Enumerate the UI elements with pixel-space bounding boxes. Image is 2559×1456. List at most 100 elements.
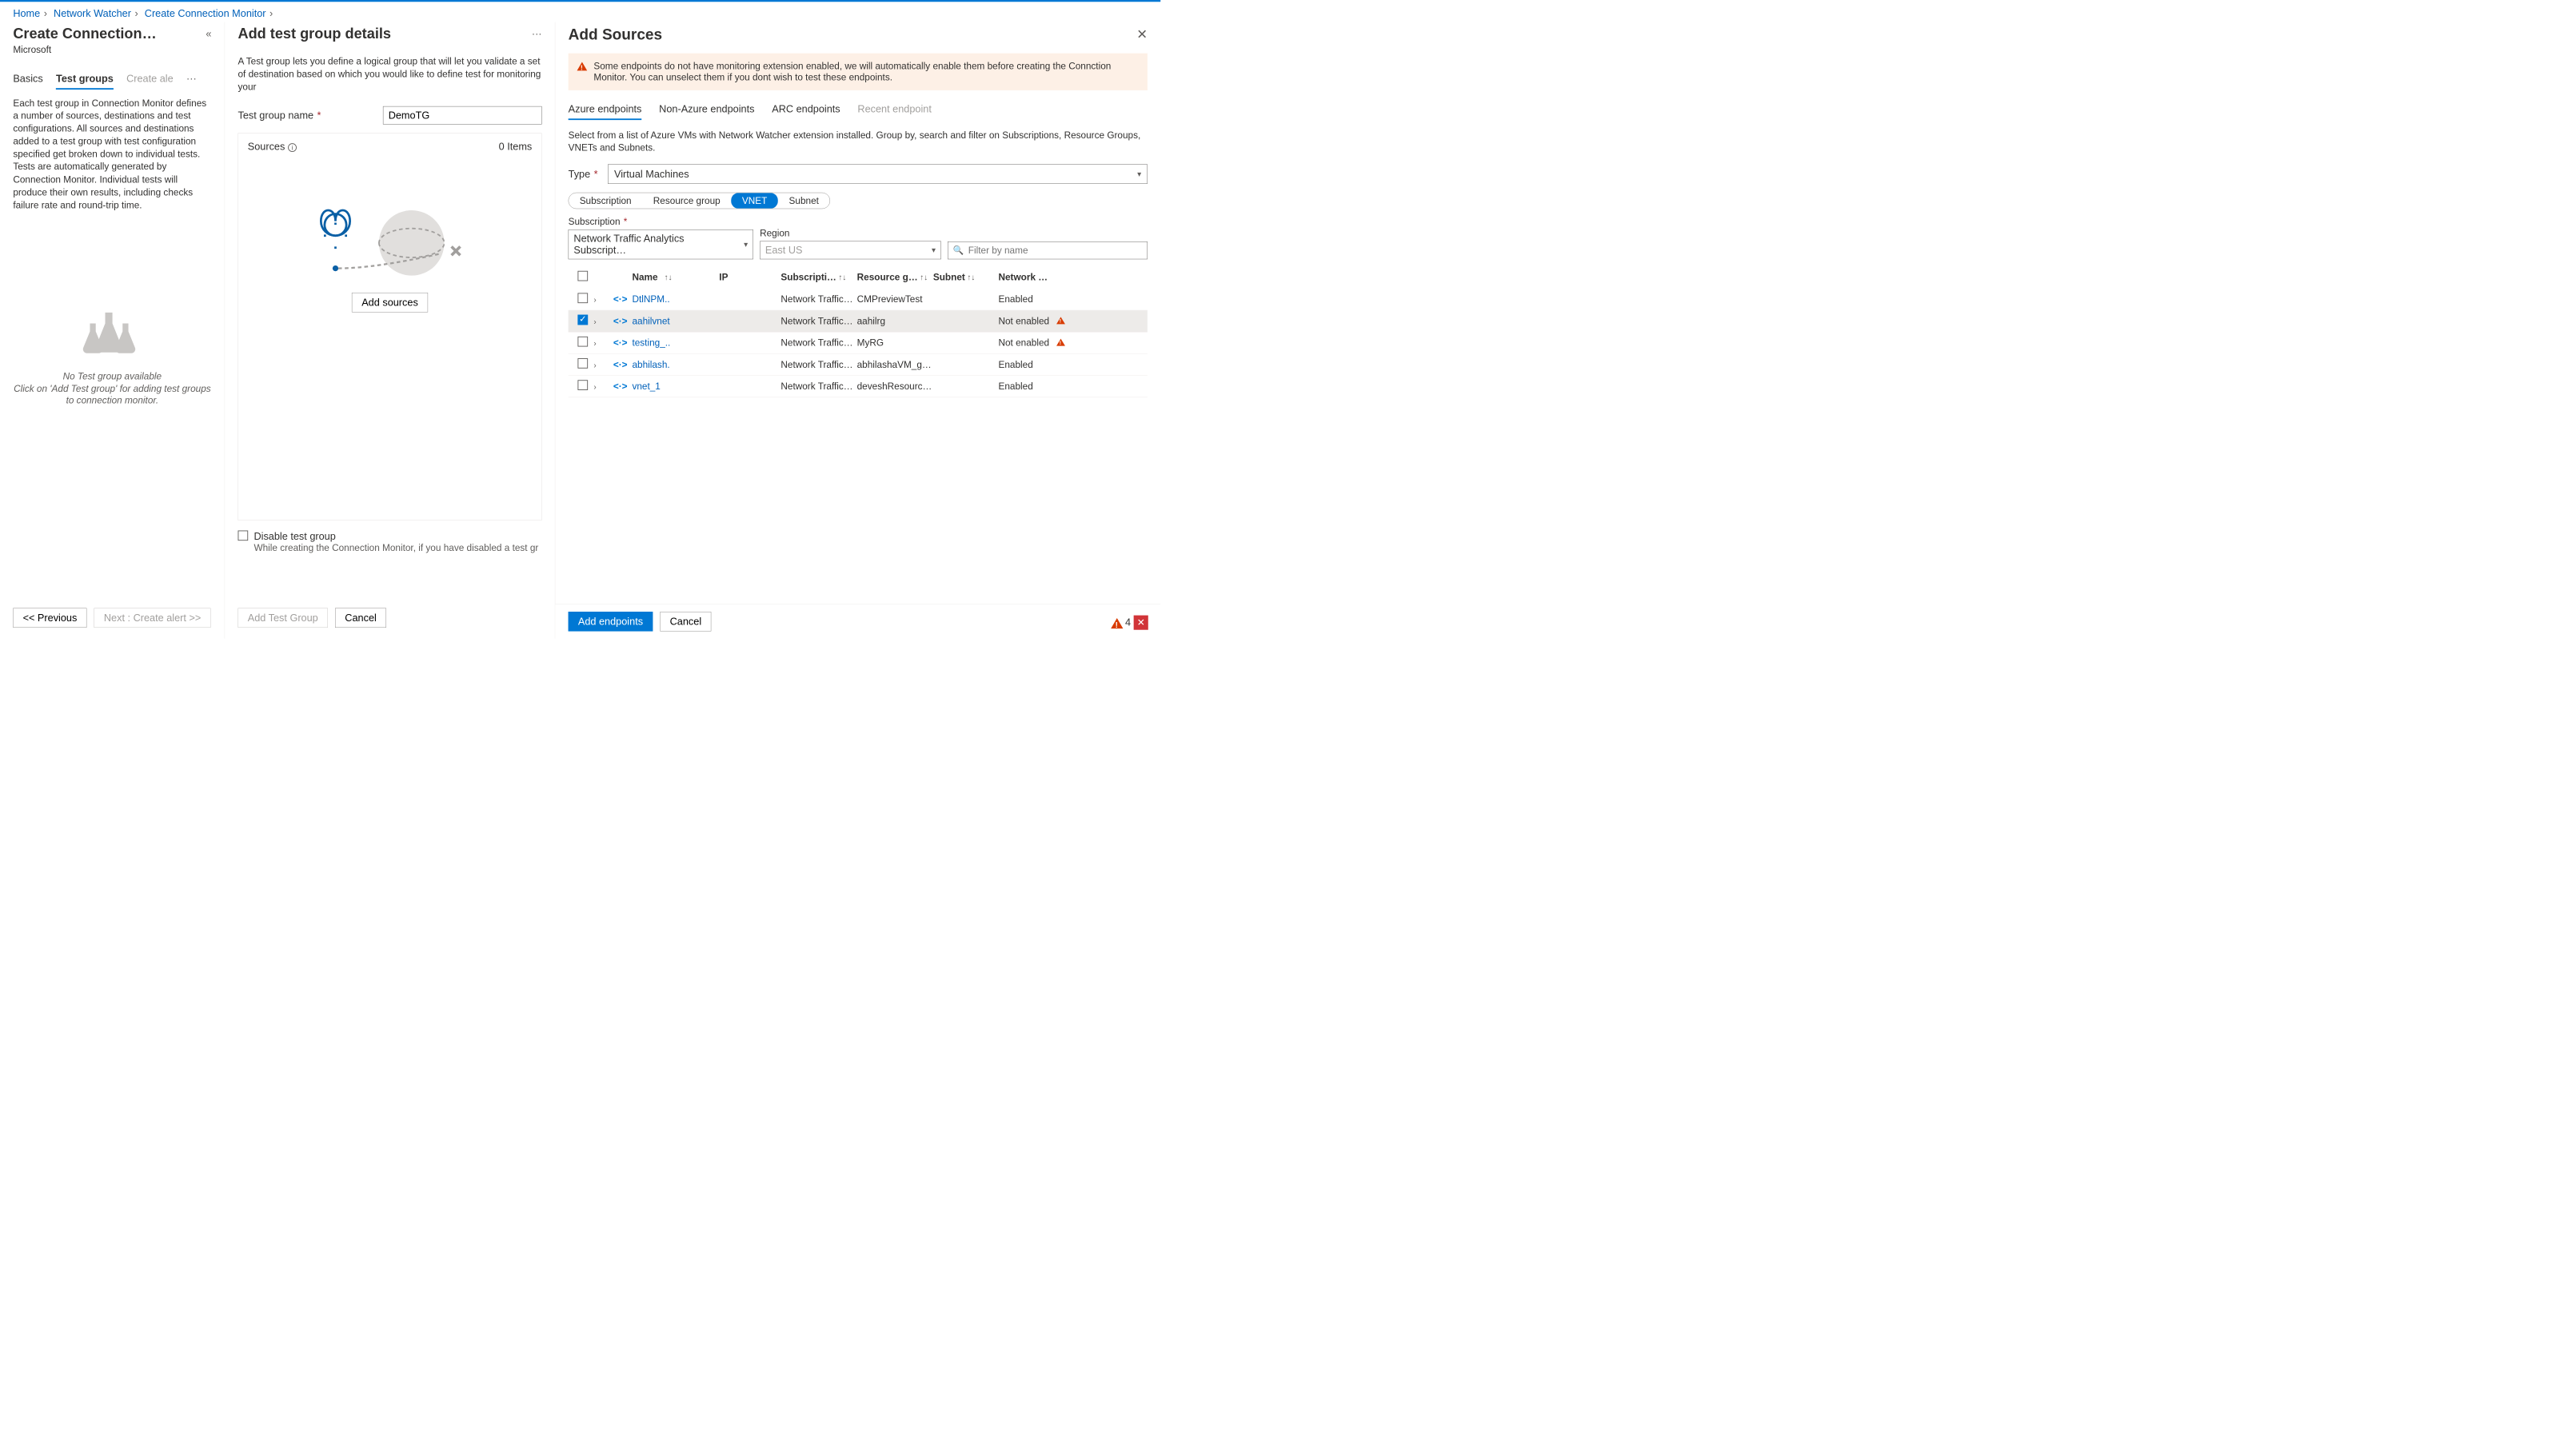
tab-create-alert[interactable]: Create ale	[126, 73, 174, 90]
panel-desc: Select from a list of Azure VMs with Net…	[569, 129, 1148, 154]
globe-illustration	[306, 200, 473, 280]
collapse-icon[interactable]: «	[206, 28, 211, 40]
vnet-name-link[interactable]: aahilvnet	[632, 316, 669, 327]
add-sources-button[interactable]: Add sources	[352, 293, 428, 312]
pivot-arc-endpoints[interactable]: ARC endpoints	[772, 103, 840, 120]
region-filter-dropdown[interactable]: East US▾	[760, 241, 941, 260]
seg-subscription[interactable]: Subscription	[569, 193, 642, 209]
vnet-name-link[interactable]: abhilash.	[632, 359, 669, 370]
group-by-segmented: Subscription Resource group VNET Subnet	[569, 193, 830, 209]
table-row[interactable]: ›<·>aahilvnetNetwork Traffic…aahilrgNot …	[569, 310, 1148, 332]
col-network[interactable]: Network …	[998, 272, 1048, 283]
row-checkbox[interactable]	[577, 337, 588, 347]
col-subscription[interactable]: Subscripti…	[780, 272, 836, 283]
publisher-label: Microsoft	[13, 44, 211, 55]
row-checkbox[interactable]	[577, 380, 588, 390]
type-label: Type	[569, 169, 591, 180]
sort-icon[interactable]: ↑↓	[839, 273, 847, 282]
empty-state-subtitle: Click on 'Add Test group' for adding tes…	[13, 383, 211, 405]
tab-basics[interactable]: Basics	[13, 73, 42, 90]
expand-icon[interactable]: ›	[593, 361, 596, 369]
vnet-icon: <·>	[613, 316, 628, 327]
pivot-recent-endpoint[interactable]: Recent endpoint	[857, 103, 931, 120]
cancel-button[interactable]: Cancel	[335, 608, 386, 628]
col-name[interactable]: Name	[632, 272, 657, 283]
empty-state-title: No Test group available	[13, 370, 211, 381]
filter-by-name-input[interactable]: 🔍	[948, 241, 1148, 259]
breadcrumb-create-connection-monitor[interactable]: Create Connection Monitor	[145, 8, 266, 19]
breadcrumb: Home› Network Watcher› Create Connection…	[0, 2, 1160, 22]
warning-icon[interactable]	[1111, 618, 1123, 628]
col-ip[interactable]: IP	[719, 272, 728, 283]
expand-icon[interactable]: ›	[593, 295, 596, 304]
flask-icon	[80, 309, 146, 359]
vnet-icon: <·>	[613, 381, 628, 392]
add-endpoints-button[interactable]: Add endpoints	[569, 612, 653, 631]
next-button[interactable]: Next : Create alert >>	[94, 608, 211, 628]
search-icon: 🔍	[953, 245, 964, 256]
breadcrumb-network-watcher[interactable]: Network Watcher	[54, 8, 131, 19]
chevron-down-icon: ▾	[744, 240, 748, 249]
sort-icon[interactable]: ↑↓	[920, 273, 928, 282]
row-checkbox[interactable]	[577, 293, 588, 304]
close-icon[interactable]: ✕	[1136, 27, 1148, 42]
expand-icon[interactable]: ›	[593, 317, 596, 325]
info-icon[interactable]: i	[288, 143, 297, 152]
table-row[interactable]: ›<·>DtlNPM..Network Traffic…CMPreviewTes…	[569, 289, 1148, 310]
disable-test-group-label: Disable test group	[254, 531, 538, 543]
pivot-azure-endpoints[interactable]: Azure endpoints	[569, 103, 642, 120]
sort-icon[interactable]: ↑↓	[665, 273, 673, 282]
expand-icon[interactable]: ›	[593, 382, 596, 391]
vnet-name-link[interactable]: vnet_1	[632, 381, 660, 392]
pivot-non-azure-endpoints[interactable]: Non-Azure endpoints	[659, 103, 754, 120]
seg-vnet[interactable]: VNET	[731, 193, 778, 209]
warning-icon	[577, 62, 588, 71]
chevron-down-icon: ▾	[932, 245, 936, 255]
disable-test-group-sub: While creating the Connection Monitor, i…	[254, 542, 538, 553]
warning-icon	[1056, 317, 1065, 324]
type-dropdown[interactable]: Virtual Machines ▾	[608, 165, 1148, 184]
expand-icon[interactable]: ›	[593, 339, 596, 348]
col-resource-group[interactable]: Resource g…	[857, 272, 918, 283]
more-tabs-icon[interactable]: ···	[186, 73, 197, 90]
test-group-description: Each test group in Connection Monitor de…	[13, 97, 211, 211]
tab-test-groups[interactable]: Test groups	[56, 73, 114, 90]
subscription-filter-dropdown[interactable]: Network Traffic Analytics Subscript…▾	[569, 229, 753, 259]
notification-count: 4	[1125, 616, 1131, 628]
disable-test-group-checkbox[interactable]	[238, 531, 248, 541]
vnet-icon: <·>	[613, 359, 628, 370]
col-subnet[interactable]: Subnet	[933, 272, 965, 283]
chevron-down-icon: ▾	[1137, 170, 1141, 179]
items-count: 0 Items	[499, 141, 533, 153]
select-all-checkbox[interactable]	[577, 271, 588, 281]
more-actions-icon[interactable]: ···	[532, 28, 542, 40]
vnet-icon: <·>	[613, 337, 628, 349]
seg-subnet[interactable]: Subnet	[778, 193, 830, 209]
add-test-group-button[interactable]: Add Test Group	[238, 608, 327, 628]
dismiss-notifications-button[interactable]: ✕	[1134, 616, 1148, 630]
row-checkbox[interactable]	[577, 358, 588, 369]
subscription-filter-label: Subscription	[569, 216, 621, 227]
vnet-name-link[interactable]: testing_..	[632, 337, 670, 349]
test-group-desc: A Test group lets you define a logical g…	[238, 55, 541, 94]
test-group-name-input[interactable]	[383, 106, 542, 125]
table-row[interactable]: ›<·>testing_..Network Traffic…MyRGNot en…	[569, 332, 1148, 353]
region-filter-label: Region	[760, 228, 941, 239]
table-row[interactable]: ›<·>abhilash.Network Traffic…abhilashaVM…	[569, 354, 1148, 376]
vnet-icon: <·>	[613, 293, 628, 305]
panel-cancel-button[interactable]: Cancel	[660, 612, 711, 631]
sort-icon[interactable]: ↑↓	[968, 273, 976, 282]
row-checkbox[interactable]	[577, 315, 588, 325]
warning-alert: Some endpoints do not have monitoring ex…	[569, 54, 1148, 90]
test-group-name-label: Test group name *	[238, 110, 382, 122]
breadcrumb-home[interactable]: Home	[13, 8, 40, 19]
table-header: Name↑↓ IP Subscripti…↑↓ Resource g…↑↓ Su…	[569, 266, 1148, 289]
seg-resource-group[interactable]: Resource group	[642, 193, 731, 209]
page-title: Create Connection…	[13, 26, 200, 42]
warning-icon	[1056, 339, 1065, 346]
previous-button[interactable]: << Previous	[13, 608, 86, 628]
table-row[interactable]: ›<·>vnet_1Network Traffic…deveshResourc……	[569, 376, 1148, 397]
blade-title: Add test group details	[238, 26, 524, 42]
vnet-name-link[interactable]: DtlNPM..	[632, 293, 669, 305]
panel-title: Add Sources	[569, 26, 662, 43]
